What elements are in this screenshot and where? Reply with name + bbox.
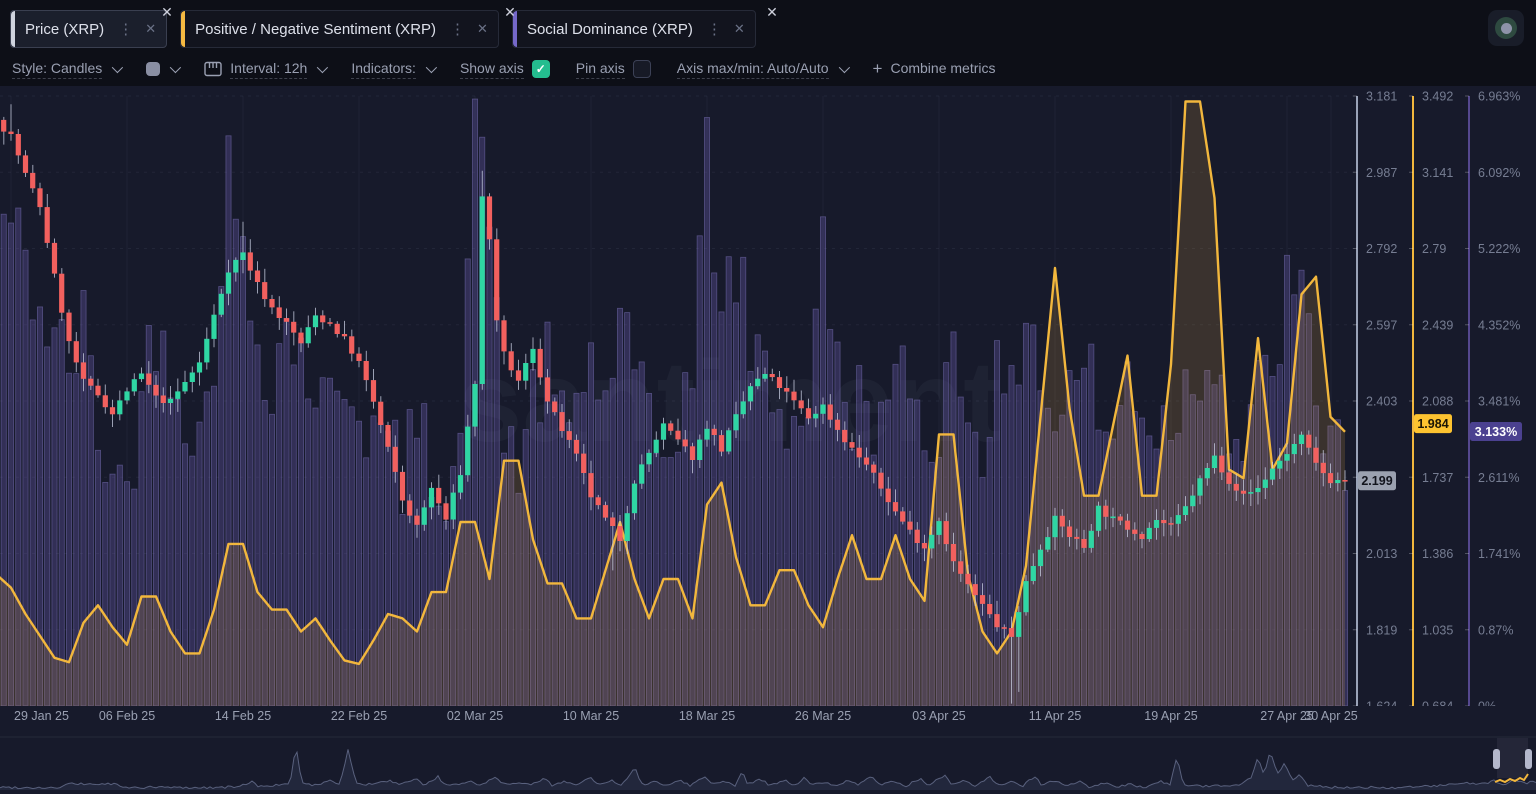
price-axis-tick: 2.013 <box>1366 547 1397 561</box>
x-axis-date-label: 14 Feb 25 <box>214 709 272 723</box>
price-axis-tick: 2.403 <box>1366 395 1397 409</box>
pin-axis-toggle[interactable]: Pin axis <box>575 60 651 79</box>
dominance-axis-tick: 6.963% <box>1478 90 1520 104</box>
indicators-label: Indicators: <box>351 60 416 79</box>
dominance-axis-tick: 4.352% <box>1478 318 1520 332</box>
tab-outer-close-icon[interactable] <box>764 4 780 20</box>
sentiment-axis-tick: 1.035 <box>1422 623 1453 637</box>
svg-text:2.199: 2.199 <box>1361 474 1392 488</box>
range-selector-minimap[interactable] <box>0 736 1536 794</box>
sentiment-axis-tick: 2.439 <box>1422 318 1453 332</box>
x-axis-date-label: 11 Apr 25 <box>1028 709 1082 723</box>
tab-price[interactable]: Price (XRP) <box>10 10 168 48</box>
price-axis-tick: 2.597 <box>1366 318 1397 332</box>
plus-icon <box>873 59 883 79</box>
chevron-down-icon <box>317 61 329 74</box>
tab-social-dominance[interactable]: Social Dominance (XRP) <box>511 10 756 48</box>
dominance-axis-tick: 3.481% <box>1478 395 1520 409</box>
dominance-axis-tick: 2.611% <box>1478 471 1519 485</box>
show-axis-label: Show axis <box>459 60 524 79</box>
pin-axis-checkbox[interactable] <box>632 60 651 78</box>
tab-sentiment[interactable]: Positive / Negative Sentiment (XRP) <box>180 10 499 48</box>
tab-accent-price <box>11 11 15 47</box>
price-axis-tick: 1.819 <box>1366 623 1397 637</box>
price-axis-tick: 3.181 <box>1366 90 1397 104</box>
chevron-down-icon <box>112 61 124 74</box>
svg-text:1.984: 1.984 <box>1417 417 1448 431</box>
interval-label: Interval: 12h <box>230 60 308 79</box>
tab-sentiment-label: Positive / Negative Sentiment (XRP) <box>195 20 437 38</box>
tab-outer-close-icon[interactable] <box>502 4 518 20</box>
tab-close-icon[interactable] <box>734 21 745 37</box>
dominance-axis-tick: 0.87% <box>1478 623 1513 637</box>
pin-axis-label: Pin axis <box>575 60 625 79</box>
x-axis-date-label: 18 Mar 25 <box>678 709 736 723</box>
sentiment-axis-tick: 1.737 <box>1422 471 1453 485</box>
chart-toolbar: Style: Candles Interval: 12h Indicators:… <box>12 52 995 86</box>
santiment-chart-app: { "tabs": [ { "label": "Price (XRP)", "a… <box>0 0 1536 794</box>
color-swatch <box>146 62 161 76</box>
tab-menu-icon[interactable] <box>707 20 722 38</box>
brush-handle-left[interactable] <box>1493 749 1500 769</box>
x-axis-date-label: 06 Feb 25 <box>98 709 156 723</box>
x-axis-date-label: 03 Apr 25 <box>912 709 966 723</box>
indicators-dropdown[interactable]: Indicators: <box>351 60 438 79</box>
tab-price-label: Price (XRP) <box>25 20 105 38</box>
record-icon <box>1495 17 1517 39</box>
combine-metrics-button[interactable]: Combine metrics <box>873 59 996 79</box>
tab-accent-sentiment <box>181 11 186 47</box>
price-axis-tick: 2.792 <box>1366 242 1397 256</box>
style-label: Style: Candles <box>12 60 103 79</box>
sentiment-axis-tick: 3.141 <box>1422 166 1453 180</box>
top-bar: Price (XRP) Positive / Negative Sentimen… <box>0 0 1536 86</box>
brush-selection[interactable] <box>1497 738 1528 778</box>
price-axis-tick: 2.987 <box>1366 166 1397 180</box>
sentiment-axis-tick: 2.79 <box>1422 242 1446 256</box>
axis-maxmin-dropdown[interactable]: Axis max/min: Auto/Auto <box>676 60 850 79</box>
interval-icon <box>204 61 222 77</box>
x-axis-date-label: 26 Mar 25 <box>794 709 852 723</box>
chevron-down-icon <box>425 61 438 74</box>
tab-dominance-label: Social Dominance (XRP) <box>526 20 693 38</box>
show-axis-toggle[interactable]: Show axis <box>459 60 550 79</box>
tab-outer-close-icon[interactable] <box>159 4 175 20</box>
tab-close-icon[interactable] <box>145 21 156 37</box>
svg-text:3.133%: 3.133% <box>1475 425 1517 439</box>
style-dropdown[interactable]: Style: Candles <box>12 60 124 79</box>
x-axis-date-label: 10 Mar 25 <box>562 709 620 723</box>
x-axis-date-label: 30 Apr 25 <box>1304 709 1358 723</box>
dominance-axis-tick: 5.222% <box>1478 242 1520 256</box>
chart-svg: santiment3.1812.9872.7922.5972.4032.0131… <box>0 90 1522 714</box>
sentiment-axis-tick: 1.386 <box>1422 547 1453 561</box>
x-axis-date-label: 19 Apr 25 <box>1144 709 1198 723</box>
sentiment-axis-tick: 2.088 <box>1422 395 1453 409</box>
metric-tabs: Price (XRP) Positive / Negative Sentimen… <box>10 10 756 48</box>
x-axis-date-label: 22 Feb 25 <box>330 709 388 723</box>
minimap-svg <box>0 736 1536 790</box>
axis-maxmin-label: Axis max/min: Auto/Auto <box>676 60 829 79</box>
dominance-axis-tick: 6.092% <box>1478 166 1520 180</box>
x-axis-date-label: 02 Mar 25 <box>446 709 504 723</box>
chevron-down-icon <box>170 61 182 74</box>
tab-close-icon[interactable] <box>477 21 488 37</box>
show-axis-checkbox[interactable] <box>531 60 550 78</box>
screenshot-record-button[interactable] <box>1488 10 1524 46</box>
main-chart-canvas[interactable]: santiment3.1812.9872.7922.5972.4032.0131… <box>0 86 1536 714</box>
tab-menu-icon[interactable] <box>450 20 465 38</box>
sentiment-axis-tick: 3.492 <box>1422 90 1453 104</box>
x-axis-date-label: 29 Jan 25 <box>14 709 69 723</box>
brush-handle-right[interactable] <box>1525 749 1532 769</box>
interval-dropdown[interactable]: Interval: 12h <box>204 60 329 79</box>
minimap-line <box>0 749 1536 790</box>
color-swatch-dropdown[interactable] <box>146 61 182 76</box>
tab-menu-icon[interactable] <box>118 20 133 38</box>
x-axis-date-row: 29 Jan 25 06 Feb 25 14 Feb 25 22 Feb 25 02 M… <box>0 706 1536 730</box>
chevron-down-icon <box>838 61 850 74</box>
minimap-area <box>0 749 1536 790</box>
dominance-axis-tick: 1.741% <box>1478 547 1520 561</box>
combine-metrics-label: Combine metrics <box>890 60 996 76</box>
